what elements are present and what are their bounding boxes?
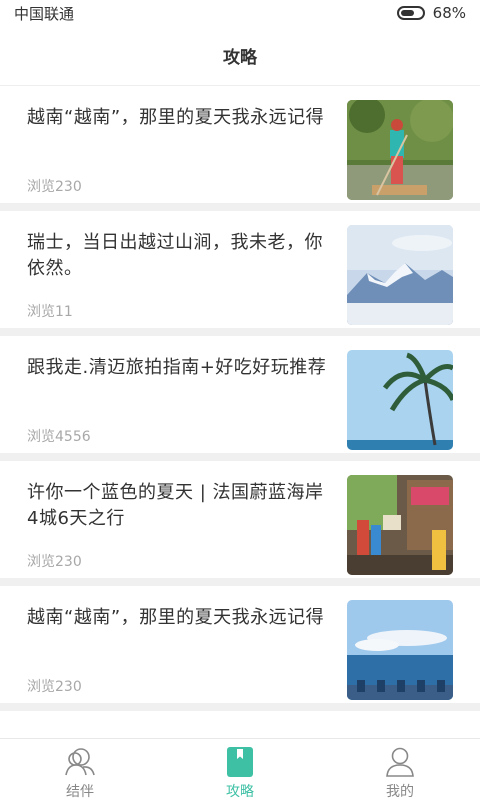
article-card[interactable]: 许你一个蓝色的夏天 | 法国蔚蓝海岸4城6天之行 浏览230 [0, 461, 480, 586]
article-title: 越南“越南”，那里的夏天我永远记得 [27, 607, 325, 628]
tab-label: 攻略 [226, 784, 254, 800]
page-header: 攻略 [0, 26, 480, 86]
bottom-tab-bar: 结伴 攻略 我的 [0, 738, 480, 801]
article-views: 浏览230 [27, 679, 82, 695]
article-card[interactable]: 瑞士，当日出越过山涧，我未老，你依然。 浏览11 [0, 211, 480, 336]
article-card[interactable]: 越南“越南”，那里的夏天我永远记得 浏览230 [0, 86, 480, 211]
article-views: 浏览11 [27, 304, 73, 320]
status-bar: 中国联通 68% [0, 0, 480, 26]
page-title: 攻略 [223, 48, 257, 68]
article-list: 越南“越南”，那里的夏天我永远记得 浏览230 瑞士，当日出越过山涧，我未老，你… [0, 86, 480, 711]
article-title: 跟我走.清迈旅拍指南+好吃好玩推荐 [27, 357, 327, 378]
tab-companions[interactable]: 结伴 [0, 739, 160, 801]
article-title: 越南“越南”，那里的夏天我永远记得 [27, 107, 325, 128]
article-views: 浏览230 [27, 179, 82, 195]
status-right: 68% [396, 4, 466, 22]
carrier-label: 中国联通 [14, 4, 75, 23]
article-title: 许你一个蓝色的夏天 | 法国蔚蓝海岸4城6天之行 [27, 482, 324, 529]
tab-guide[interactable]: 攻略 [160, 739, 320, 801]
guide-bookmark-icon [224, 746, 256, 778]
article-title: 瑞士，当日出越过山涧，我未老，你依然。 [27, 232, 323, 279]
tab-label: 我的 [386, 784, 414, 800]
battery-level-fill [400, 10, 415, 16]
article-card[interactable]: 跟我走.清迈旅拍指南+好吃好玩推荐 浏览4556 [0, 336, 480, 461]
article-card[interactable]: 越南“越南”，那里的夏天我永远记得 浏览230 [0, 586, 480, 711]
seaside-photo [347, 600, 453, 700]
battery-percent: 68% [432, 4, 466, 22]
battery-icon [396, 6, 425, 20]
river-raft-image [347, 100, 453, 200]
seaside-image [347, 600, 453, 700]
tab-label: 结伴 [66, 784, 94, 800]
article-views: 浏览230 [27, 554, 82, 570]
snow-mountain-image [347, 225, 453, 325]
snow-mountain-photo [347, 225, 453, 325]
palm-tree-photo [347, 350, 453, 450]
article-views: 浏览4556 [27, 429, 91, 445]
companions-icon [64, 746, 96, 778]
river-raft-photo [347, 100, 453, 200]
street-shops-photo [347, 475, 453, 575]
profile-icon [384, 746, 416, 778]
tab-profile[interactable]: 我的 [320, 739, 480, 801]
street-shops-image [347, 475, 453, 575]
palm-tree-image [347, 350, 453, 450]
